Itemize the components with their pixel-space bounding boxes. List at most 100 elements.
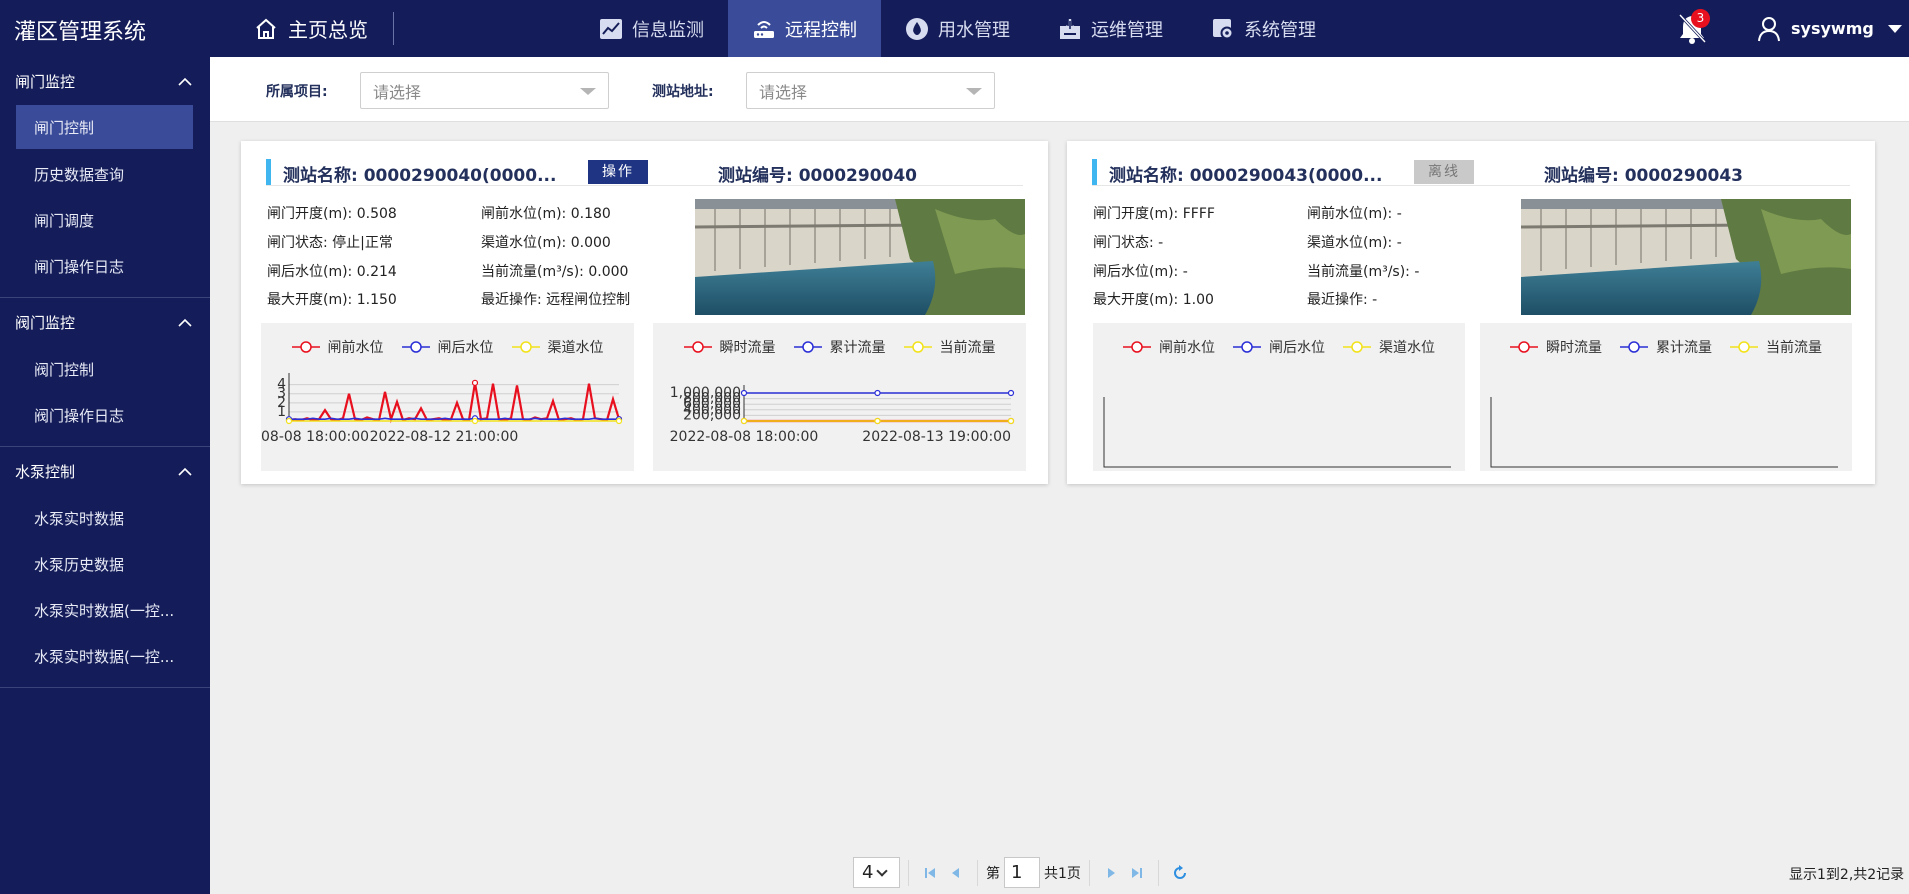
- nav-label: 信息监测: [632, 19, 704, 41]
- first-page-button[interactable]: [917, 860, 943, 886]
- x-tick-label: 2022-08-13 19:00:00: [862, 429, 1011, 445]
- gate-status: 闸门状态: 停止|正常: [267, 235, 393, 251]
- pagination-summary: 显示1到2,共2记录: [1789, 867, 1905, 883]
- card-header: 测站名称: 0000290040(0000... 操作 测站编号: 000029…: [266, 159, 1023, 186]
- offline-button[interactable]: 离线: [1414, 160, 1474, 184]
- sidebar-group-pump-control: 水泵控制 水泵实时数据 水泵历史数据 水泵实时数据(一控... 水泵实时数据(一…: [0, 447, 210, 688]
- top-bar: 灌区管理系统 主页总览 信息监测 远程控制 用水管理 运维管理 系统管理 3 s…: [0, 0, 1909, 57]
- home-icon: [256, 18, 276, 39]
- sidebar-item-valve-log[interactable]: 阀门操作日志: [0, 392, 210, 438]
- chevron-up-icon: [178, 318, 192, 327]
- sidebar-group-header[interactable]: 水泵控制: [0, 447, 210, 495]
- sidebar-item-pump-realtime-a[interactable]: 水泵实时数据(一控...: [0, 587, 210, 633]
- operate-button[interactable]: 操作: [588, 160, 648, 184]
- channel-level: 渠道水位(m): 0.000: [481, 235, 611, 251]
- station-name: 测站名称: 0000290040(0000...: [283, 166, 557, 186]
- sidebar-group-header[interactable]: 阀门监控: [0, 298, 210, 346]
- home-overview-link[interactable]: 主页总览: [254, 0, 368, 57]
- last-operation: 最近操作: -: [1307, 292, 1378, 308]
- divider: [908, 859, 909, 886]
- x-tick-label: 08-08 18:00:00: [261, 429, 369, 445]
- user-name: sysywmg: [1791, 19, 1874, 38]
- flow-chart: 瞬时流量 累计流量 当前流量 200,000 400,000 600,000 800,…: [653, 323, 1026, 471]
- system-settings-icon: [1211, 17, 1235, 41]
- divider: [977, 859, 978, 886]
- app-title: 灌区管理系统: [14, 20, 147, 45]
- nav-water-management[interactable]: 用水管理: [881, 0, 1034, 57]
- last-page-button[interactable]: [1124, 860, 1150, 886]
- water-drop-icon: [905, 17, 929, 41]
- y-tick-label: 1,000,000: [670, 385, 741, 401]
- sidebar-item-gate-control[interactable]: 闸门控制: [16, 105, 193, 149]
- data-point: [874, 389, 881, 397]
- water-level-plot: 123408-08 18:00:00 2022-08-12 21:00:00: [261, 373, 623, 445]
- station-label: 测站地址:: [652, 84, 714, 100]
- dam-photo: [695, 199, 1025, 315]
- data-point: [615, 417, 623, 425]
- chevron-down-icon: [580, 88, 596, 95]
- x-tick-label: 2022-08-12 21:00:00: [370, 429, 519, 445]
- select-placeholder: 请选择: [759, 82, 808, 102]
- pagination: 4 第 1 共1页: [853, 856, 1193, 889]
- project-select[interactable]: 请选择: [360, 72, 609, 109]
- sidebar: 闸门监控 闸门控制 历史数据查询 闸门调度 闸门操作日志 阀门监控 阀门控制 阀…: [0, 57, 210, 894]
- refresh-button[interactable]: [1167, 860, 1193, 886]
- notification-badge: 3: [1691, 9, 1710, 28]
- flow-chart: 瞬时流量 累计流量 当前流量: [1480, 323, 1852, 471]
- sidebar-item-valve-control[interactable]: 阀门控制: [0, 346, 210, 392]
- project-label: 所属项目:: [266, 84, 328, 100]
- sidebar-item-gate-log[interactable]: 闸门操作日志: [0, 243, 210, 289]
- nav-label: 运维管理: [1091, 19, 1163, 41]
- refresh-icon: [1173, 864, 1186, 879]
- accent-bar: [1092, 159, 1097, 185]
- channel-level: 渠道水位(m): -: [1307, 235, 1402, 251]
- sidebar-item-pump-realtime[interactable]: 水泵实时数据: [0, 495, 210, 541]
- water-level-chart: 闸前水位 闸后水位 渠道水位: [1093, 323, 1465, 471]
- sidebar-group-header[interactable]: 闸门监控: [0, 57, 210, 105]
- sidebar-item-gate-dispatch[interactable]: 闸门调度: [0, 197, 210, 243]
- first-page-icon: [925, 867, 935, 878]
- sidebar-item-pump-realtime-b[interactable]: 水泵实时数据(一控...: [0, 633, 210, 679]
- user-menu[interactable]: sysywmg: [1757, 0, 1902, 57]
- plot-axes: [1103, 397, 1451, 468]
- sidebar-group-valve-monitoring: 阀门监控 阀门控制 阀门操作日志: [0, 298, 210, 447]
- station-card: 测站名称: 0000290043(0000... 离线 测站编号: 000029…: [1067, 141, 1875, 484]
- empty-plot: [1103, 397, 1451, 468]
- station-code: 测站编号: 0000290040: [718, 166, 918, 186]
- nav-maintenance[interactable]: 运维管理: [1034, 0, 1187, 57]
- chevron-down-icon: [1887, 24, 1902, 33]
- sidebar-item-pump-history[interactable]: 水泵历史数据: [0, 541, 210, 587]
- station-select[interactable]: 请选择: [746, 72, 995, 109]
- chevron-up-icon: [178, 77, 192, 86]
- divider: [393, 12, 394, 45]
- accent-bar: [266, 159, 271, 185]
- divider: [1088, 859, 1090, 886]
- station-name: 测站名称: 0000290043(0000...: [1109, 166, 1383, 186]
- nav-label: 系统管理: [1244, 19, 1316, 41]
- flow-plot: 200,000400,000600,000800,0001,000,000202…: [670, 385, 1015, 445]
- sidebar-list: 闸门控制 历史数据查询 闸门调度 闸门操作日志: [0, 105, 210, 297]
- router-icon: [752, 17, 776, 41]
- data-point: [285, 417, 293, 425]
- filter-bar: 所属项目: 请选择 测站地址: 请选择: [210, 57, 1909, 122]
- chevron-down-icon: [876, 864, 889, 877]
- prev-page-button[interactable]: [943, 860, 969, 886]
- sidebar-group-title: 闸门监控: [15, 72, 76, 91]
- empty-plot: [1490, 397, 1838, 468]
- page-input[interactable]: 1: [1004, 857, 1040, 888]
- divider: [1157, 859, 1159, 886]
- last-operation: 最近操作: 远程闸位控制: [481, 292, 631, 308]
- sidebar-item-history-query[interactable]: 历史数据查询: [0, 151, 210, 197]
- y-tick-label: 4: [277, 377, 286, 393]
- sidebar-group-title: 水泵控制: [15, 462, 76, 481]
- sidebar-list: 阀门控制 阀门操作日志: [0, 346, 210, 446]
- nav-label: 远程控制: [785, 19, 857, 41]
- page-size-select[interactable]: 4: [853, 857, 900, 888]
- nav-remote-control[interactable]: 远程控制: [728, 0, 881, 57]
- data-point: [874, 417, 881, 425]
- nav-system-management[interactable]: 系统管理: [1187, 0, 1340, 57]
- nav-info-monitoring[interactable]: 信息监测: [575, 0, 728, 57]
- home-label: 主页总览: [288, 18, 368, 42]
- next-page-button[interactable]: [1098, 860, 1124, 886]
- page-total: 共1页: [1044, 865, 1081, 882]
